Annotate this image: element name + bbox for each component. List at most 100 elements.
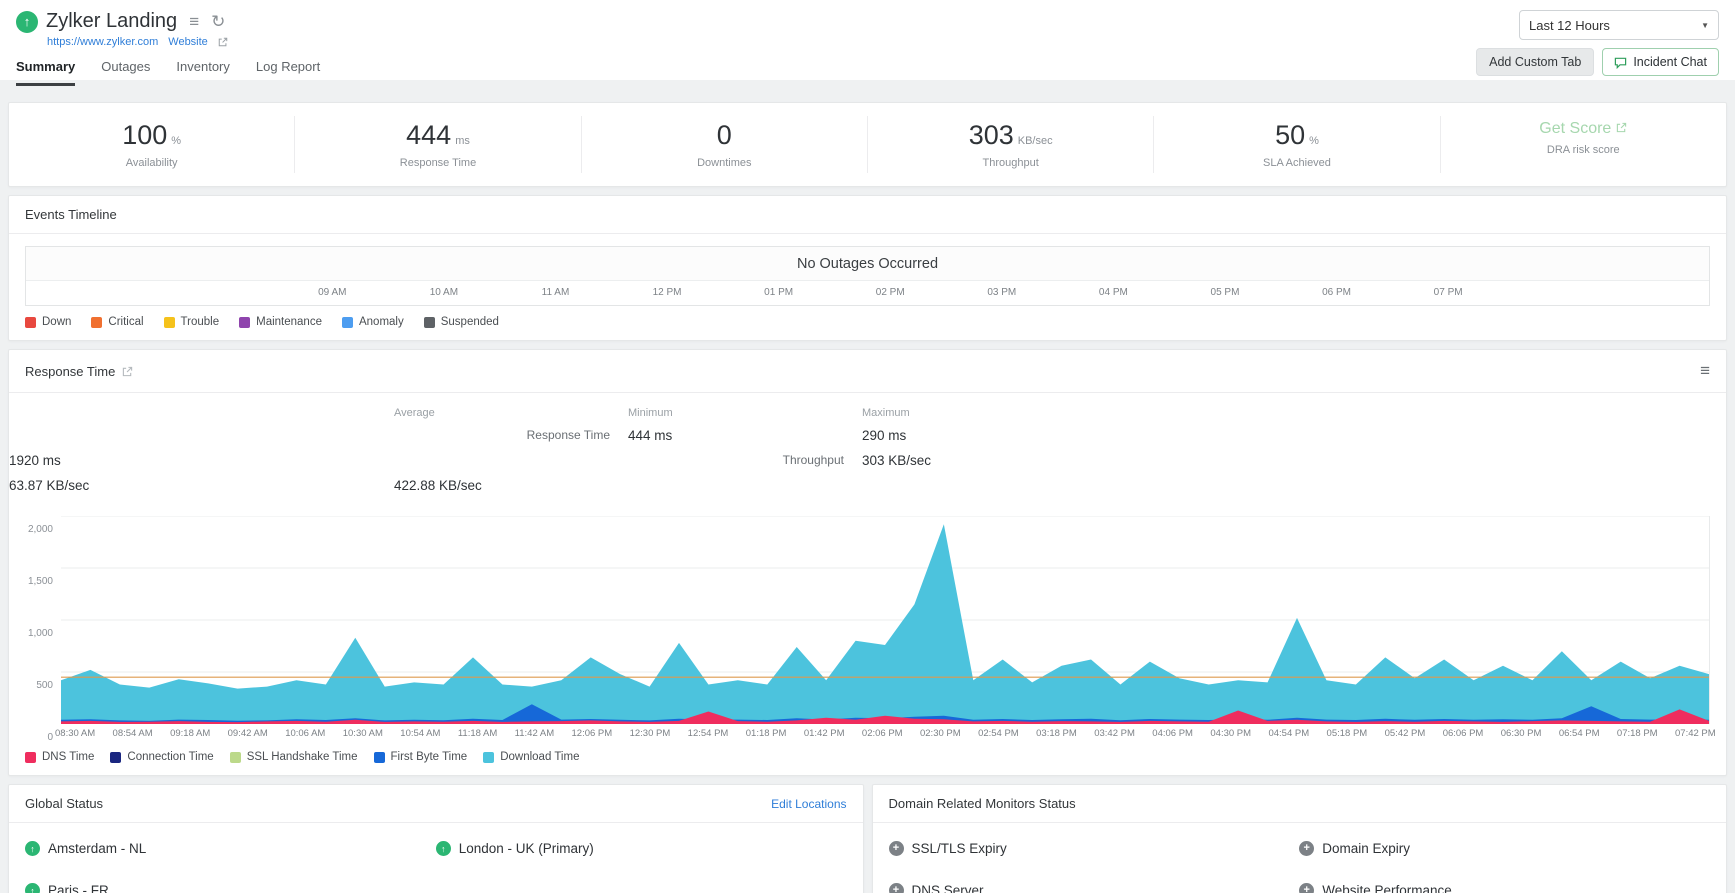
monitor-dns-server[interactable]: + DNS Server (888, 883, 1300, 893)
stat-value-throughput: 303 KB/sec (868, 120, 1153, 151)
stat-downtimes: 0 Downtimes (580, 116, 867, 173)
status-up-icon: ↑ (435, 841, 451, 856)
status-up-icon: ↑ (25, 883, 40, 893)
tab-inventory[interactable]: Inventory (176, 59, 229, 86)
legend-item-dns-time[interactable]: DNS Time (25, 751, 94, 763)
legend-swatch (91, 316, 103, 328)
legend-item-critical: Critical (91, 316, 144, 328)
legend-swatch (239, 316, 251, 328)
x-tick-label: 03:18 PM (1036, 728, 1077, 739)
x-tick-label: 07:42 PM (1675, 728, 1716, 739)
location-amsterdam-nl[interactable]: ↑ Amsterdam - NL (25, 841, 436, 856)
hour-label: 05 PM (1210, 287, 1240, 298)
stat-label: Throughput (982, 157, 1039, 169)
x-tick-label: 04:06 PM (1152, 728, 1193, 739)
hour-label: 09 AM (318, 287, 347, 298)
monitor-type-link[interactable]: Website (168, 36, 208, 48)
stat-value-availability: 100% (9, 120, 294, 151)
stat-number: 100 (122, 120, 168, 150)
time-range-value: Last 12 Hours (1529, 17, 1610, 33)
stat-value-dra-risk-score[interactable]: Get Score (1539, 120, 1627, 138)
hour-label: 07 PM (1433, 287, 1463, 298)
hamburger-menu-icon[interactable]: ≡ (189, 13, 199, 30)
legend-label: DNS Time (42, 751, 95, 763)
x-tick-label: 06:54 PM (1558, 728, 1600, 739)
time-range-select[interactable]: Last 12 Hours ▼ (1519, 10, 1719, 40)
response-time-chart[interactable] (61, 516, 1710, 724)
cell-value: 290 ms (862, 428, 907, 443)
page-header: ↑ Zylker Landing ≡ ↻ https://www.zylker.… (0, 0, 1735, 86)
edit-locations-link[interactable]: Edit Locations (771, 797, 846, 811)
chart-legend: DNS Time Connection Time SSL Handshake Tim… (9, 739, 1726, 775)
tab-log-report[interactable]: Log Report (256, 59, 320, 86)
refresh-icon[interactable]: ↻ (211, 13, 225, 30)
legend-swatch (229, 751, 241, 763)
domain-monitors-card: Domain Related Monitors Status + SSL/TLS … (871, 784, 1727, 893)
external-link-icon[interactable] (218, 37, 228, 47)
stat-dra-risk-score: Get Score DRA risk score (1439, 116, 1726, 173)
table-corner (9, 403, 394, 423)
legend-swatch (163, 316, 175, 328)
chart-y-axis: 0 500 1,000 1,500 2,000 (17, 516, 61, 743)
stat-label: Availability (125, 157, 178, 169)
tab-summary[interactable]: Summary (16, 59, 76, 86)
monitor-name: DNS Server (911, 883, 984, 893)
x-tick-label: 08:30 AM (55, 728, 96, 739)
chat-bubble-icon (1614, 56, 1627, 69)
x-tick-label: 04:54 PM (1268, 728, 1310, 739)
monitor-url-link[interactable]: https://www.zylker.com (47, 36, 158, 48)
legend-item-ssl-handshake-time[interactable]: SSL Handshake Time (229, 751, 358, 763)
x-tick-label: 01:42 PM (803, 728, 845, 739)
stat-number: Get Score (1539, 120, 1612, 137)
stat-unit: % (1309, 135, 1319, 147)
stat-availability: 100% Availability (9, 116, 294, 173)
x-tick-label: 02:54 PM (978, 728, 1019, 739)
monitor-website-performance[interactable]: + Website Performance (1299, 883, 1710, 893)
expand-chart-icon[interactable] (122, 366, 133, 377)
hour-label: 06 PM (1322, 287, 1351, 298)
cell-value: 303 KB/sec (862, 453, 932, 468)
stat-number: 0 (716, 120, 732, 150)
legend-item-connection-time[interactable]: Connection Time (110, 751, 214, 763)
legend-label: SSL Handshake Time (246, 751, 358, 763)
monitor-domain-expiry[interactable]: + Domain Expiry (1299, 841, 1710, 856)
location-name: London - UK (Primary) (458, 841, 594, 856)
location-paris-fr[interactable]: ↑ Paris - FR (25, 883, 436, 893)
location-london-uk-primary[interactable]: ↑ London - UK (Primary) (435, 841, 847, 856)
tab-bar: Summary Outages Inventory Log Report (16, 59, 1719, 86)
cell-value: 422.88 KB/sec (394, 478, 482, 493)
legend-label: Suspended (440, 316, 499, 328)
outage-timeline-band[interactable]: No Outages Occurred 09 AM 10 AM 11 AM 12 PM… (25, 246, 1710, 306)
series-area-download-time (61, 524, 1709, 724)
events-legend: Down Critical Trouble Maintenance Anomaly Sus… (9, 306, 1726, 340)
x-tick-label: 03:42 PM (1094, 728, 1135, 739)
legend-label: Connection Time (127, 751, 214, 763)
response-time-card: Response Time ≡ Average Minimum Maximum Res… (8, 349, 1727, 776)
legend-item-first-byte-time[interactable]: First Byte Time (373, 751, 468, 763)
add-custom-tab-button[interactable]: Add Custom Tab (1476, 48, 1595, 76)
legend-item-download-time[interactable]: Download Time (483, 751, 579, 763)
incident-chat-button[interactable]: Incident Chat (1602, 48, 1719, 76)
chart-menu-icon[interactable]: ≡ (1700, 361, 1710, 381)
stat-number: 444 (406, 120, 452, 150)
legend-item-down: Down (25, 316, 71, 328)
tab-outages[interactable]: Outages (101, 59, 150, 86)
monitor-ssl-tls-expiry[interactable]: + SSL/TLS Expiry (888, 841, 1300, 856)
x-tick-label: 07:18 PM (1616, 728, 1658, 739)
chevron-down-icon: ▼ (1701, 20, 1709, 30)
no-outages-message: No Outages Occurred (26, 247, 1709, 281)
y-tick-label: 2,000 (27, 524, 53, 535)
hour-label: 12 PM (652, 287, 682, 298)
hour-label: 11 AM (541, 287, 570, 298)
stat-number: 50 (1275, 120, 1306, 150)
legend-label: Trouble (180, 316, 220, 328)
domain-monitors-title: Domain Related Monitors Status (888, 796, 1076, 811)
legend-label: Anomaly (358, 316, 404, 328)
legend-swatch (483, 751, 495, 763)
legend-swatch (25, 316, 36, 328)
hour-label: 01 PM (764, 287, 794, 298)
legend-label: First Byte Time (390, 751, 468, 763)
x-tick-label: 08:54 AM (112, 728, 153, 739)
global-status-title: Global Status (25, 796, 104, 811)
